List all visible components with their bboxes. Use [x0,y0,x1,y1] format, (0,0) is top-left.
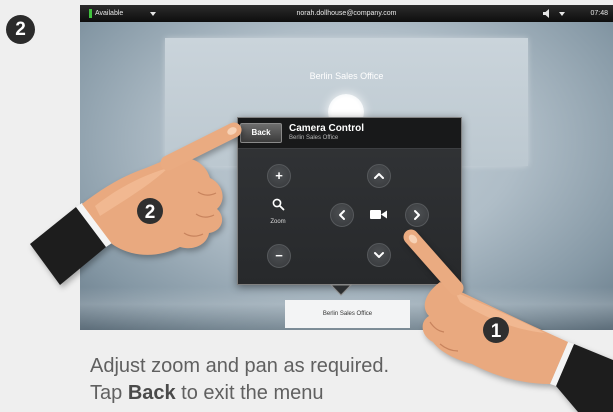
pan-left-button[interactable] [330,203,354,227]
right-knuckle-crease [439,343,459,352]
search-icon [272,198,285,211]
volume-icon[interactable] [543,9,553,18]
right-shirt-cuff [550,342,574,386]
pan-down-button[interactable] [367,243,391,267]
call-panel-title: Berlin Sales Office [309,71,384,81]
right-sleeve [556,344,613,412]
popup-pointer [330,284,352,296]
popup-header: Back Camera Control Berlin Sales Office [238,118,461,149]
caption-line-1: Adjust zoom and pan as required. [90,355,390,377]
chevron-up-icon [374,173,384,179]
clock: 07:48 [590,10,608,17]
chevron-left-icon [339,210,345,220]
user-address: norah.dollhouse@company.com [296,10,397,17]
dropdown-arrow-icon[interactable] [559,12,565,16]
camera-icon [370,210,387,219]
popup-title: Camera Control [289,123,365,134]
touch-screen: Available norah.dollhouse@company.com 07… [80,5,613,330]
caption-line-2-start: Tap [90,382,128,404]
status-bar: Available norah.dollhouse@company.com 07… [80,5,613,22]
pan-right-button[interactable] [405,203,429,227]
chevron-right-icon [414,210,420,220]
caption-back-keyword: Back [127,382,176,404]
back-button[interactable]: Back [240,123,282,143]
caption-line-2-end: to exit the menu [175,382,324,404]
zoom-label: Zoom [270,219,286,225]
chevron-down-icon [374,252,384,258]
pan-up-button[interactable] [367,164,391,188]
instruction-caption: Adjust zoom and pan as required. Tap Bac… [90,353,389,407]
popup-subtitle: Berlin Sales Office [289,135,339,141]
call-tab[interactable]: Berlin Sales Office [285,300,410,328]
camera-control-popup: Back Camera Control Berlin Sales Office … [237,117,462,285]
caption-line-2: Tap Back to exit the menu [90,380,389,407]
step-number-badge: 2 [6,15,35,44]
zoom-in-button[interactable]: + [267,164,291,188]
zoom-out-button[interactable]: − [267,244,291,268]
